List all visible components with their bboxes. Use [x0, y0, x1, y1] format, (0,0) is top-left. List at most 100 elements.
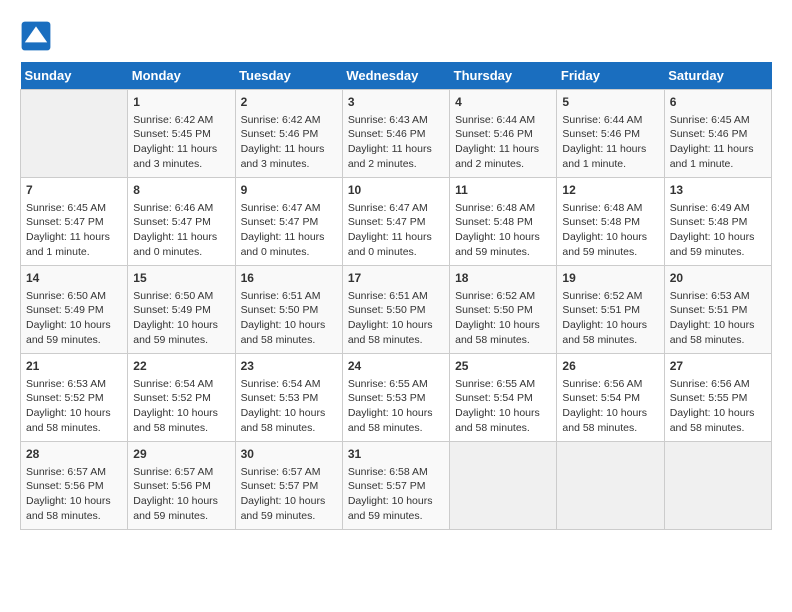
day-number: 7 [26, 182, 122, 199]
weekday-header-monday: Monday [128, 62, 235, 90]
day-info: Sunrise: 6:50 AM Sunset: 5:49 PM Dayligh… [133, 289, 229, 348]
day-number: 12 [562, 182, 658, 199]
calendar-cell: 18 Sunrise: 6:52 AM Sunset: 5:50 PM Dayli… [450, 266, 557, 354]
day-info: Sunrise: 6:42 AM Sunset: 5:46 PM Dayligh… [241, 113, 337, 172]
day-number: 24 [348, 358, 444, 375]
day-number: 5 [562, 94, 658, 111]
day-info: Sunrise: 6:54 AM Sunset: 5:52 PM Dayligh… [133, 377, 229, 436]
day-info: Sunrise: 6:53 AM Sunset: 5:51 PM Dayligh… [670, 289, 766, 348]
weekday-header-saturday: Saturday [664, 62, 771, 90]
calendar-cell: 30 Sunrise: 6:57 AM Sunset: 5:57 PM Dayli… [235, 442, 342, 530]
calendar-cell [21, 90, 128, 178]
day-number: 23 [241, 358, 337, 375]
header [20, 20, 772, 52]
weekday-header-wednesday: Wednesday [342, 62, 449, 90]
calendar-cell: 1 Sunrise: 6:42 AM Sunset: 5:45 PM Daylig… [128, 90, 235, 178]
day-info: Sunrise: 6:57 AM Sunset: 5:56 PM Dayligh… [133, 465, 229, 524]
calendar-cell: 5 Sunrise: 6:44 AM Sunset: 5:46 PM Daylig… [557, 90, 664, 178]
day-info: Sunrise: 6:43 AM Sunset: 5:46 PM Dayligh… [348, 113, 444, 172]
day-info: Sunrise: 6:50 AM Sunset: 5:49 PM Dayligh… [26, 289, 122, 348]
weekday-header-row: SundayMondayTuesdayWednesdayThursdayFrid… [21, 62, 772, 90]
day-info: Sunrise: 6:58 AM Sunset: 5:57 PM Dayligh… [348, 465, 444, 524]
day-info: Sunrise: 6:51 AM Sunset: 5:50 PM Dayligh… [241, 289, 337, 348]
calendar-week-1: 1 Sunrise: 6:42 AM Sunset: 5:45 PM Daylig… [21, 90, 772, 178]
calendar-cell: 15 Sunrise: 6:50 AM Sunset: 5:49 PM Dayli… [128, 266, 235, 354]
day-info: Sunrise: 6:56 AM Sunset: 5:54 PM Dayligh… [562, 377, 658, 436]
calendar-cell: 29 Sunrise: 6:57 AM Sunset: 5:56 PM Dayli… [128, 442, 235, 530]
calendar-week-4: 21Sunrise: 6:53 AM Sunset: 5:52 PM Dayli… [21, 354, 772, 442]
weekday-header-tuesday: Tuesday [235, 62, 342, 90]
day-number: 19 [562, 270, 658, 287]
weekday-header-thursday: Thursday [450, 62, 557, 90]
page-container: SundayMondayTuesdayWednesdayThursdayFrid… [20, 20, 772, 530]
day-number: 10 [348, 182, 444, 199]
day-number: 11 [455, 182, 551, 199]
day-number: 20 [670, 270, 766, 287]
day-number: 22 [133, 358, 229, 375]
day-number: 31 [348, 446, 444, 463]
day-info: Sunrise: 6:53 AM Sunset: 5:52 PM Dayligh… [26, 377, 122, 436]
calendar-cell: 7 Sunrise: 6:45 AM Sunset: 5:47 PM Daylig… [21, 178, 128, 266]
day-number: 15 [133, 270, 229, 287]
calendar-cell: 24 Sunrise: 6:55 AM Sunset: 5:53 PM Dayli… [342, 354, 449, 442]
calendar-cell [557, 442, 664, 530]
calendar-cell [450, 442, 557, 530]
day-info: Sunrise: 6:44 AM Sunset: 5:46 PM Dayligh… [455, 113, 551, 172]
calendar-cell: 10 Sunrise: 6:47 AM Sunset: 5:47 PM Dayli… [342, 178, 449, 266]
day-number: 28 [26, 446, 122, 463]
calendar-cell: 2 Sunrise: 6:42 AM Sunset: 5:46 PM Daylig… [235, 90, 342, 178]
logo [20, 20, 56, 52]
day-info: Sunrise: 6:42 AM Sunset: 5:45 PM Dayligh… [133, 113, 229, 172]
day-number: 29 [133, 446, 229, 463]
calendar-cell: 23Sunrise: 6:54 AM Sunset: 5:53 PM Dayli… [235, 354, 342, 442]
day-info: Sunrise: 6:48 AM Sunset: 5:48 PM Dayligh… [562, 201, 658, 260]
calendar-cell: 17Sunrise: 6:51 AM Sunset: 5:50 PM Dayli… [342, 266, 449, 354]
calendar-cell: 27Sunrise: 6:56 AM Sunset: 5:55 PM Dayli… [664, 354, 771, 442]
day-number: 30 [241, 446, 337, 463]
calendar-week-3: 14 Sunrise: 6:50 AM Sunset: 5:49 PM Dayli… [21, 266, 772, 354]
weekday-header-sunday: Sunday [21, 62, 128, 90]
day-number: 8 [133, 182, 229, 199]
day-number: 6 [670, 94, 766, 111]
day-number: 26 [562, 358, 658, 375]
calendar-cell: 28 Sunrise: 6:57 AM Sunset: 5:56 PM Dayli… [21, 442, 128, 530]
calendar-week-2: 7 Sunrise: 6:45 AM Sunset: 5:47 PM Daylig… [21, 178, 772, 266]
day-info: Sunrise: 6:57 AM Sunset: 5:57 PM Dayligh… [241, 465, 337, 524]
day-info: Sunrise: 6:55 AM Sunset: 5:54 PM Dayligh… [455, 377, 551, 436]
day-info: Sunrise: 6:52 AM Sunset: 5:51 PM Dayligh… [562, 289, 658, 348]
day-info: Sunrise: 6:52 AM Sunset: 5:50 PM Dayligh… [455, 289, 551, 348]
day-info: Sunrise: 6:48 AM Sunset: 5:48 PM Dayligh… [455, 201, 551, 260]
day-number: 18 [455, 270, 551, 287]
calendar-cell: 6 Sunrise: 6:45 AM Sunset: 5:46 PM Daylig… [664, 90, 771, 178]
calendar-cell: 11 Sunrise: 6:48 AM Sunset: 5:48 PM Dayli… [450, 178, 557, 266]
calendar-cell: 4 Sunrise: 6:44 AM Sunset: 5:46 PM Daylig… [450, 90, 557, 178]
day-number: 16 [241, 270, 337, 287]
calendar-cell: 21Sunrise: 6:53 AM Sunset: 5:52 PM Dayli… [21, 354, 128, 442]
day-info: Sunrise: 6:45 AM Sunset: 5:46 PM Dayligh… [670, 113, 766, 172]
day-info: Sunrise: 6:45 AM Sunset: 5:47 PM Dayligh… [26, 201, 122, 260]
calendar-cell: 12 Sunrise: 6:48 AM Sunset: 5:48 PM Dayli… [557, 178, 664, 266]
calendar-cell: 31 Sunrise: 6:58 AM Sunset: 5:57 PM Dayli… [342, 442, 449, 530]
day-number: 25 [455, 358, 551, 375]
calendar-cell: 20 Sunrise: 6:53 AM Sunset: 5:51 PM Dayli… [664, 266, 771, 354]
calendar-cell: 22 Sunrise: 6:54 AM Sunset: 5:52 PM Dayli… [128, 354, 235, 442]
day-number: 3 [348, 94, 444, 111]
day-info: Sunrise: 6:44 AM Sunset: 5:46 PM Dayligh… [562, 113, 658, 172]
day-number: 2 [241, 94, 337, 111]
day-number: 1 [133, 94, 229, 111]
day-info: Sunrise: 6:49 AM Sunset: 5:48 PM Dayligh… [670, 201, 766, 260]
calendar-cell: 13Sunrise: 6:49 AM Sunset: 5:48 PM Dayli… [664, 178, 771, 266]
day-info: Sunrise: 6:56 AM Sunset: 5:55 PM Dayligh… [670, 377, 766, 436]
day-info: Sunrise: 6:46 AM Sunset: 5:47 PM Dayligh… [133, 201, 229, 260]
day-info: Sunrise: 6:55 AM Sunset: 5:53 PM Dayligh… [348, 377, 444, 436]
calendar-cell: 19 Sunrise: 6:52 AM Sunset: 5:51 PM Dayli… [557, 266, 664, 354]
calendar-cell: 9Sunrise: 6:47 AM Sunset: 5:47 PM Daylig… [235, 178, 342, 266]
day-info: Sunrise: 6:57 AM Sunset: 5:56 PM Dayligh… [26, 465, 122, 524]
logo-icon [20, 20, 52, 52]
day-number: 4 [455, 94, 551, 111]
day-number: 17 [348, 270, 444, 287]
day-number: 14 [26, 270, 122, 287]
day-info: Sunrise: 6:47 AM Sunset: 5:47 PM Dayligh… [348, 201, 444, 260]
day-info: Sunrise: 6:47 AM Sunset: 5:47 PM Dayligh… [241, 201, 337, 260]
calendar-table: SundayMondayTuesdayWednesdayThursdayFrid… [20, 62, 772, 530]
